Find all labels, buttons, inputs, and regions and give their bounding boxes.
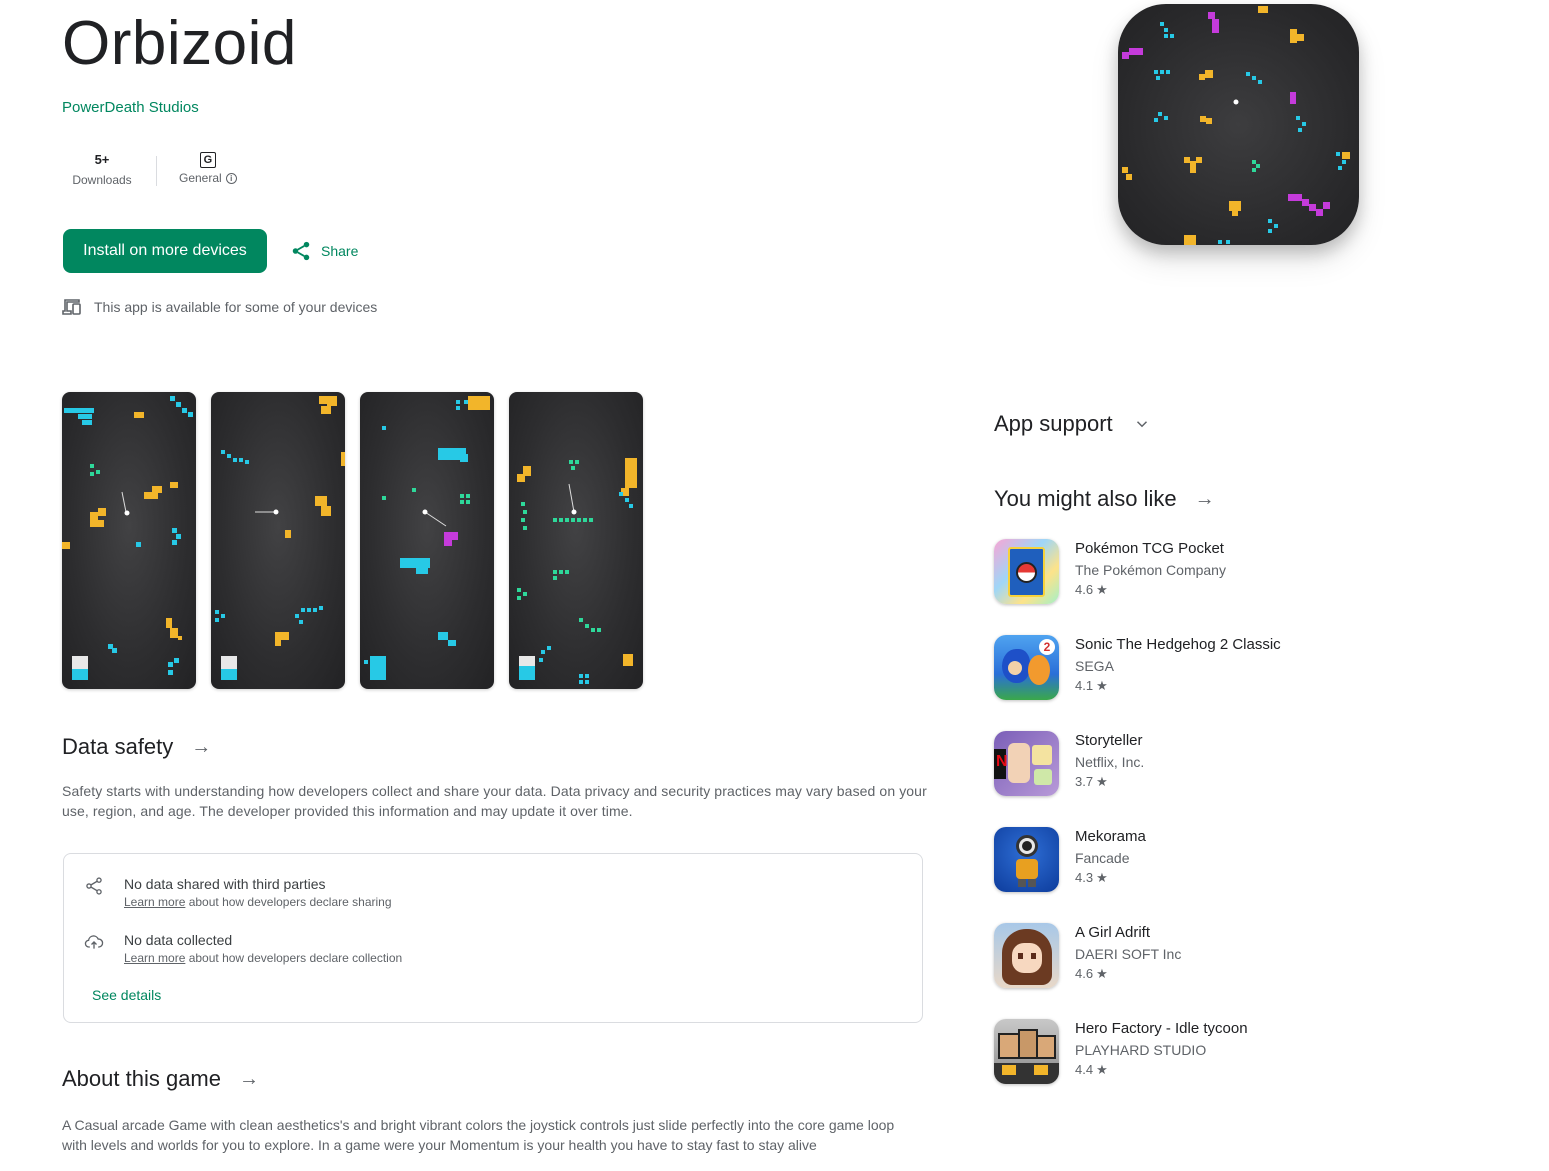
app-title: Orbizoid [62,9,297,78]
similar-apps-title: You might also like [994,486,1177,511]
content-rating[interactable]: General i [179,171,237,185]
rating-value: 4.1 [1075,678,1094,693]
data-safety-item-collection: No data collected Learn more about how d… [84,930,402,966]
mekorama-app-icon [994,827,1059,892]
similar-app-item[interactable]: A Girl Adrift DAERI SOFT Inc 4.6 ★ [994,922,1414,1018]
similar-apps-list: Pokémon TCG Pocket The Pokémon Company 4… [994,538,1414,1114]
learn-more-sharing-link[interactable]: Learn more [124,895,185,909]
app-support-toggle[interactable]: App support [994,411,1151,437]
rating-value: 4.4 [1075,1062,1094,1077]
share-icon [292,241,310,261]
similar-app-rating: 4.4 ★ [1075,1060,1248,1080]
data-safety-title: Data safety [62,734,174,759]
storyteller-app-icon: N [994,731,1059,796]
availability-notice: This app is available for some of your d… [62,298,377,316]
similar-app-name: Storyteller [1075,732,1143,749]
install-button[interactable]: Install on more devices [63,229,267,273]
sharing-note: Learn more about how developers declare … [124,894,392,910]
arrow-right-icon: → [1194,487,1215,510]
content-rating-badge: G [199,152,216,168]
pokemon-tcg-app-icon [994,539,1059,604]
info-icon[interactable]: i [225,172,237,184]
app-stats: 5+ Downloads G General i [62,150,245,187]
star-icon: ★ [1096,966,1108,981]
similar-apps-heading[interactable]: You might also like → [994,486,1215,512]
screenshot-4[interactable] [509,392,643,689]
app-support-title: App support [994,411,1113,436]
about-heading[interactable]: About this game → [62,1066,259,1092]
similar-app-developer: DAERI SOFT Inc [1075,946,1182,962]
similar-app-developer: PLAYHARD STUDIO [1075,1042,1207,1058]
arrow-right-icon: → [191,735,212,758]
similar-app-item[interactable]: N Storyteller Netflix, Inc. 3.7 ★ [994,730,1414,826]
similar-app-item[interactable]: Hero Factory - Idle tycoon PLAYHARD STUD… [994,1018,1414,1114]
sharing-status: No data shared with third parties [124,876,326,892]
star-icon: ★ [1096,678,1108,693]
data-safety-description: Safety starts with understanding how dev… [62,783,927,819]
girl-adrift-app-icon [994,923,1059,988]
rating-value: 3.7 [1075,774,1094,789]
share-icon [86,877,102,895]
similar-app-name: Mekorama [1075,828,1146,845]
downloads-label: Downloads [72,173,132,187]
rating-value: 4.6 [1075,966,1094,981]
developer-link[interactable]: PowerDeath Studios [62,99,199,116]
similar-app-item[interactable]: Mekorama Fancade 4.3 ★ [994,826,1414,922]
data-safety-heading[interactable]: Data safety → [62,734,211,760]
similar-app-name: Hero Factory - Idle tycoon [1075,1020,1248,1037]
share-button[interactable]: Share [290,236,358,266]
similar-app-name: A Girl Adrift [1075,924,1151,941]
content-rating-label: General [179,171,222,185]
sonic-app-icon: 2 [994,635,1059,700]
screenshot-carousel[interactable] [62,392,643,689]
devices-icon [62,299,81,315]
similar-app-developer: The Pokémon Company [1075,562,1226,578]
about-title: About this game [62,1066,221,1091]
cloud-upload-icon [84,935,104,949]
similar-app-rating: 4.1 ★ [1075,676,1281,696]
star-icon: ★ [1096,870,1108,885]
data-safety-card: No data shared with third parties Learn … [63,853,923,1023]
similar-app-item[interactable]: Pokémon TCG Pocket The Pokémon Company 4… [994,538,1414,634]
similar-app-rating: 4.6 ★ [1075,964,1181,984]
app-icon [1118,4,1359,245]
downloads-stat: 5+ Downloads [62,150,142,187]
star-icon: ★ [1096,774,1108,789]
star-icon: ★ [1096,582,1108,597]
share-label: Share [321,243,359,259]
hero-factory-app-icon [994,1019,1059,1084]
rating-value: 4.3 [1075,870,1094,885]
chevron-down-icon [1136,421,1147,428]
screenshot-1[interactable] [62,392,196,689]
stat-divider [156,156,157,186]
similar-app-developer: Netflix, Inc. [1075,754,1145,770]
screenshot-3[interactable] [360,392,494,689]
collection-status: No data collected [124,932,233,948]
content-rating-stat: G General i [171,150,245,185]
data-safety-item-sharing: No data shared with third parties Learn … [84,874,392,910]
availability-text: This app is available for some of your d… [94,299,378,315]
downloads-value: 5+ [94,152,110,167]
see-details-link[interactable]: See details [92,987,161,1003]
similar-app-rating: 3.7 ★ [1075,772,1144,792]
similar-app-name: Pokémon TCG Pocket [1075,540,1224,557]
arrow-right-icon: → [238,1067,259,1090]
screenshot-2[interactable] [211,392,345,689]
similar-app-developer: Fancade [1075,850,1130,866]
similar-app-developer: SEGA [1075,658,1114,674]
similar-app-rating: 4.6 ★ [1075,580,1226,600]
similar-app-name: Sonic The Hedgehog 2 Classic [1075,636,1281,653]
similar-app-item[interactable]: 2 Sonic The Hedgehog 2 Classic SEGA 4.1 ★ [994,634,1414,730]
collection-note-text: about how developers declare collection [185,951,403,965]
sharing-note-text: about how developers declare sharing [185,895,392,909]
about-description: A Casual arcade Game with clean aestheti… [62,1117,895,1153]
rating-value: 4.6 [1075,582,1094,597]
collection-note: Learn more about how developers declare … [124,950,402,966]
learn-more-collection-link[interactable]: Learn more [124,951,185,965]
star-icon: ★ [1096,1062,1108,1077]
similar-app-rating: 4.3 ★ [1075,868,1146,888]
